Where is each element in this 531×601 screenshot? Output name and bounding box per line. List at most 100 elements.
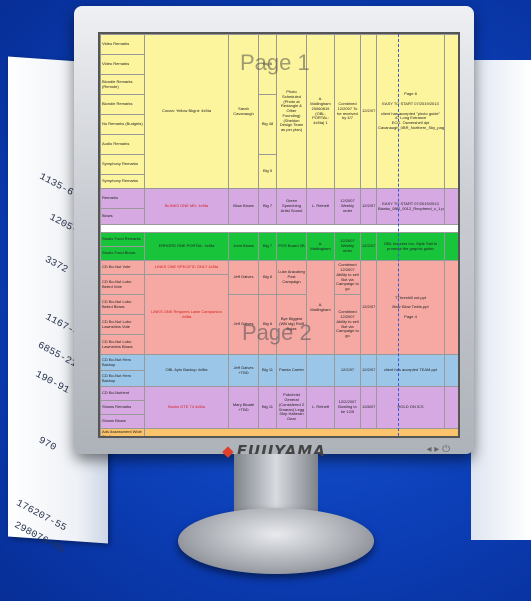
row-label: CD Bo-Nut Lobo Bebrd Vote bbox=[100, 274, 145, 295]
assignee: Mary Bloate +TBD bbox=[228, 386, 259, 429]
note: Page 4 bbox=[404, 313, 417, 319]
note: TThreshill out.ppt bbox=[395, 294, 426, 300]
table-row: Video Remarks Conan: Yellow Bkgrd: 4x5ta… bbox=[100, 34, 458, 189]
row-label: Studio Fund Blows bbox=[100, 246, 145, 261]
spacer bbox=[444, 354, 458, 387]
day: Big 5 bbox=[258, 154, 277, 189]
contact: L. Relnett bbox=[306, 188, 335, 225]
assignee: Jeff Galves bbox=[228, 294, 259, 355]
spacer bbox=[444, 34, 458, 189]
table-row bbox=[100, 224, 458, 233]
page-break-line bbox=[398, 34, 399, 436]
paper-number: 970 bbox=[36, 435, 58, 454]
paper-number: 6855-21 bbox=[35, 340, 79, 371]
date: 12/8/07 bbox=[360, 386, 377, 429]
note: Bear Blow Twirls.ppt bbox=[392, 304, 429, 310]
date: 12/2/07 bbox=[360, 260, 377, 355]
note: Blanks_0BR_0012_Recphend_v_1.ppt bbox=[378, 205, 445, 211]
row-label: CD Bo-Nut Lobo Bebrd Blows bbox=[100, 294, 145, 315]
table-row: Studio Fund Remarks ERRORS ONE PORTAL: 4… bbox=[100, 232, 458, 261]
note: EASY TO START 07/2019/2013 bbox=[382, 100, 439, 106]
detail: Bye Biggest (Will stg) Rollf Bojas bbox=[276, 294, 307, 355]
spacer bbox=[444, 386, 458, 429]
job-title: LINKS ONE SPECIFIC ONLY 4x5ta bbox=[144, 260, 229, 275]
job-title: Books DTE 74 4x5ta bbox=[144, 386, 229, 429]
detail: Panda Carrier bbox=[276, 354, 307, 387]
table-row: CD Bo-Nutrient Books DTE 74 4x5ta Mary B… bbox=[100, 386, 458, 429]
row-label: Blows bbox=[100, 208, 145, 225]
row-label: Video Remarks bbox=[100, 54, 145, 75]
notes: EASY TO START 07/2019/2013 Blanks_0BR_001… bbox=[376, 188, 445, 225]
table-row: Ads Assessment Wide Studio bbox=[100, 428, 458, 436]
detail: Green Speeching Artist Sound bbox=[276, 188, 307, 225]
assignee: Jeff Galves +TBD bbox=[228, 354, 259, 387]
row-label: No Remarks (Budgets) bbox=[100, 114, 145, 135]
date: 12/2/07 bbox=[360, 188, 377, 225]
notes: OBL Insurers Inc; Style Sail to promote … bbox=[376, 232, 445, 261]
orange-fill bbox=[144, 428, 458, 436]
monitor-screen: Video Remarks Conan: Yellow Bkgrd: 4x5ta… bbox=[98, 32, 460, 438]
job-title: ERRORS ONE PORTAL: 4x5ta bbox=[144, 232, 229, 261]
spacer bbox=[444, 188, 458, 225]
monitor-stand-neck bbox=[234, 454, 318, 514]
row-label: Symphony Remarks bbox=[100, 154, 145, 175]
row-label: Blondie Remarks (Remote) bbox=[100, 74, 145, 95]
contact bbox=[306, 354, 335, 387]
spacer bbox=[444, 232, 458, 261]
row-label: Remarks bbox=[100, 188, 145, 209]
day: Big 11 bbox=[258, 354, 277, 387]
note: Page 8 bbox=[404, 91, 417, 97]
status: 12/2/2007 Bowling to be 12/5 bbox=[334, 386, 361, 429]
job-title: Conan: Yellow Bkgrd: 4x5ta bbox=[144, 34, 229, 189]
row-label: CD Bo-Nut Hero Backup bbox=[100, 370, 145, 387]
contact: L. Relnett bbox=[306, 386, 335, 429]
assignee: Blow Blows bbox=[228, 188, 259, 225]
table-row: CD Bo-Nut Vote LINKS ONE SPECIFIC ONLY 4… bbox=[100, 260, 458, 355]
monitor-controls: ◂ ▸ ⏻ bbox=[426, 444, 450, 455]
row-label: Shows Blows bbox=[100, 414, 145, 429]
monitor-stand-base bbox=[178, 508, 374, 574]
status: 12/2007 Weekly order bbox=[334, 188, 361, 225]
notes: client has accepted TEAM.ppt bbox=[376, 354, 445, 387]
row-label: Shows Remarks bbox=[100, 400, 145, 415]
job-title: OBL Ayto Backup 4x5ta bbox=[144, 354, 229, 387]
table-row: CD Bo-Nut Hero Backup OBL Ayto Backup 4x… bbox=[100, 354, 458, 387]
day: Big 6 bbox=[258, 294, 277, 355]
status: 12/2007 Weekly order bbox=[334, 232, 361, 261]
select-button-icon[interactable]: ▸ bbox=[434, 444, 439, 455]
notes: TThreshill out.ppt Bear Blow Twirls.ppt Pa… bbox=[376, 260, 445, 355]
day: Big 48 bbox=[258, 94, 277, 155]
day: Big 7 bbox=[258, 188, 277, 225]
row-label: CD Bo-Nut Hero Backup bbox=[100, 354, 145, 371]
date: 12/2/07 bbox=[360, 34, 377, 189]
notes: Page 8 EASY TO START 07/2019/2013 client… bbox=[376, 34, 445, 189]
assignee: Jeff Galves bbox=[228, 260, 259, 295]
detail: Pubchrist General (Considered 2 Smaran) … bbox=[276, 386, 307, 429]
row-label: Video Remarks bbox=[100, 34, 145, 55]
notes: HOLD ON ICS bbox=[376, 386, 445, 429]
row-label: CD Bo-Nut Lobo Lawnshins Vote bbox=[100, 314, 145, 335]
detail: Luke Aracabeg Post Campaign bbox=[276, 260, 307, 295]
table-row: Remarks BLINKS ONE MD: 4x5ta Blow Blows … bbox=[100, 188, 458, 225]
contact: A. Mallingham 20060819 (OBL. PORTAL: 4x5… bbox=[306, 34, 335, 189]
paper-number: 190-91 bbox=[33, 369, 71, 397]
schedule-spreadsheet: Video Remarks Conan: Yellow Bkgrd: 4x5ta… bbox=[100, 34, 458, 436]
row-label: Symphony Remarks bbox=[100, 174, 145, 189]
note: Cavanaugh_0BR_Northern_Sky_page01.ppt bbox=[378, 124, 445, 130]
row-label: Blondie Remarks bbox=[100, 94, 145, 115]
row-label: Studio Fund Remarks bbox=[100, 232, 145, 247]
status: 12/2/07 bbox=[334, 354, 361, 387]
job-title: LINKS ONE Requires Lawn Campanion 4x5ta bbox=[144, 274, 229, 355]
day: Big 6 bbox=[258, 34, 277, 95]
power-button-icon[interactable]: ⏻ bbox=[442, 444, 450, 455]
detail: Photo Scheduled (Photo at Redangle & Oth… bbox=[276, 34, 307, 189]
paper-number: 1135-6 bbox=[37, 171, 75, 199]
paper-number: 3372 bbox=[42, 254, 70, 277]
menu-button-icon[interactable]: ◂ bbox=[426, 444, 431, 455]
date: 12/2/07 bbox=[360, 232, 377, 261]
row-label: CD Bo-Nutrient bbox=[100, 386, 145, 401]
day: Big 6 bbox=[258, 260, 277, 295]
row-label: CD Bo-Nut Lobo Lawnshins Blows bbox=[100, 334, 145, 355]
detail: POS Board 2B bbox=[276, 232, 307, 261]
row-label: CD Bo-Nut Vote bbox=[100, 260, 145, 275]
